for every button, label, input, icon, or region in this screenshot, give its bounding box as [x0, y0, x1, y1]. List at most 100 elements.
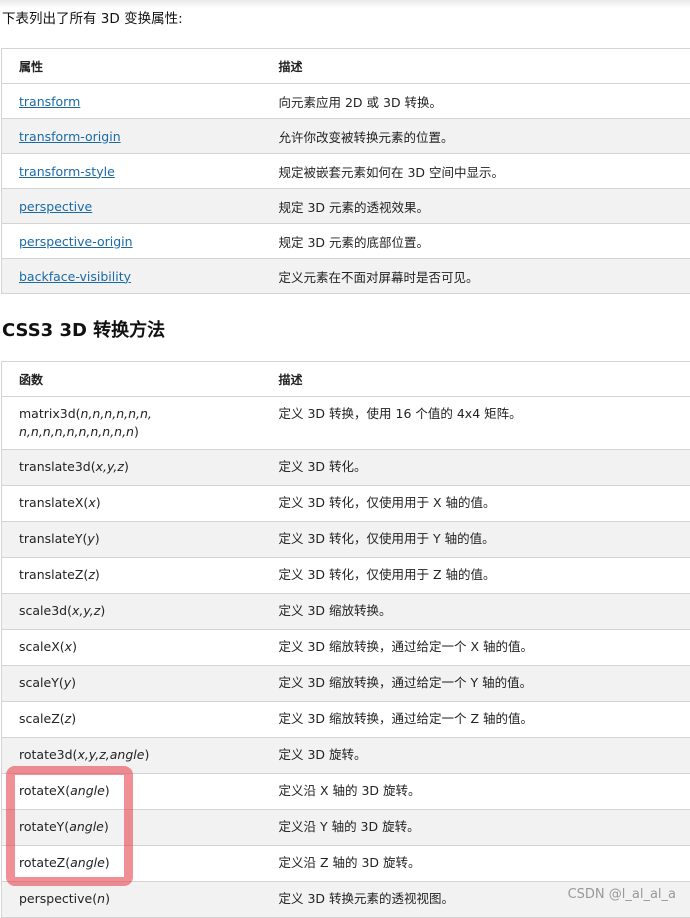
description-cell: 定义 3D 转换，使用 16 个值的 4x4 矩阵。	[262, 397, 690, 450]
function-args-continued: n,n,n,n,n,n,n,n,n,n	[19, 424, 134, 439]
function-close: )	[104, 819, 109, 834]
function-args: x,y,z,angle	[77, 747, 144, 762]
table-row: rotateX(angle)定义沿 X 轴的 3D 旋转。	[2, 774, 690, 810]
description-cell: 定义沿 Y 轴的 3D 旋转。	[262, 810, 690, 846]
table-row: matrix3d(n,n,n,n,n,n, n,n,n,n,n,n,n,n,n,n…	[2, 397, 690, 450]
function-cell: scale3d(x,y,z)	[2, 594, 262, 630]
function-name: scaleY(	[19, 675, 64, 690]
property-link[interactable]: transform	[19, 94, 80, 109]
function-cell: translateZ(z)	[2, 558, 262, 594]
function-args: y	[87, 531, 94, 546]
function-cell: rotateY(angle)	[2, 810, 262, 846]
function-cell: scaleZ(z)	[2, 702, 262, 738]
table-row: rotateY(angle)定义沿 Y 轴的 3D 旋转。	[2, 810, 690, 846]
description-cell: 定义沿 Z 轴的 3D 旋转。	[262, 846, 690, 882]
function-close: )	[71, 711, 76, 726]
function-args: x	[88, 495, 95, 510]
function-args: angle	[70, 783, 105, 798]
description-cell: 规定被嵌套元素如何在 3D 空间中显示。	[262, 154, 690, 189]
function-cell: perspective(n)	[2, 882, 262, 918]
header-property: 属性	[2, 49, 262, 84]
description-cell: 定义沿 X 轴的 3D 旋转。	[262, 774, 690, 810]
property-link[interactable]: perspective-origin	[19, 234, 133, 249]
function-close: )	[96, 495, 101, 510]
function-name: translateY(	[19, 531, 87, 546]
table-row: scaleX(x) 定义 3D 缩放转换，通过给定一个 X 轴的值。	[2, 630, 690, 666]
table-row: transform 向元素应用 2D 或 3D 转换。	[2, 84, 690, 119]
property-link[interactable]: backface-visibility	[19, 269, 131, 284]
description-cell: 定义 3D 转化，仅使用用于 Z 轴的值。	[262, 558, 690, 594]
function-close: )	[72, 639, 77, 654]
table-row: transform-origin 允许你改变被转换元素的位置。	[2, 119, 690, 154]
function-args: x,y,z	[72, 603, 100, 618]
header-description: 描述	[262, 49, 690, 84]
properties-table: 属性 描述 transform向元素应用 2D 或 3D 转换。transfor…	[1, 48, 690, 294]
intro-text: 下表列出了所有 3D 变换属性:	[2, 7, 183, 27]
function-close: )	[71, 675, 76, 690]
table-row: scale3d(x,y,z)定义 3D 缩放转换。	[2, 594, 690, 630]
property-cell: transform-origin	[2, 119, 262, 154]
function-args: x	[65, 639, 72, 654]
function-name: scale3d(	[19, 603, 72, 618]
function-cell: matrix3d(n,n,n,n,n,n, n,n,n,n,n,n,n,n,n,n…	[2, 397, 262, 450]
table-row: scaleZ(z)定义 3D 缩放转换，通过给定一个 Z 轴的值。	[2, 702, 690, 738]
table-row: translateX(x) 定义 3D 转化，仅使用用于 X 轴的值。	[2, 486, 690, 522]
table-row: perspective-origin 规定 3D 元素的底部位置。	[2, 224, 690, 259]
description-cell: 定义 3D 旋转。	[262, 738, 690, 774]
function-name: rotateY(	[19, 819, 69, 834]
table-row: rotateZ(angle)定义沿 Z 轴的 3D 旋转。	[2, 846, 690, 882]
property-cell: transform-style	[2, 154, 262, 189]
description-cell: 定义元素在不面对屏幕时是否可见。	[262, 259, 690, 294]
function-close: )	[105, 783, 110, 798]
function-cell: rotateZ(angle)	[2, 846, 262, 882]
function-cell: rotateX(angle)	[2, 774, 262, 810]
table-row: backface-visibility 定义元素在不面对屏幕时是否可见。	[2, 259, 690, 294]
description-cell: 定义 3D 缩放转换，通过给定一个 X 轴的值。	[262, 630, 690, 666]
function-name: rotateZ(	[19, 855, 70, 870]
table-row: translateY(y)定义 3D 转化，仅使用用于 Y 轴的值。	[2, 522, 690, 558]
table-row: perspective 规定 3D 元素的透视效果。	[2, 189, 690, 224]
table-row: transform-style 规定被嵌套元素如何在 3D 空间中显示。	[2, 154, 690, 189]
function-args: n,n,n,n,n,n,	[81, 406, 152, 421]
function-name: scaleZ(	[19, 711, 65, 726]
property-cell: perspective-origin	[2, 224, 262, 259]
description-cell: 向元素应用 2D 或 3D 转换。	[262, 84, 690, 119]
function-close: )	[144, 747, 149, 762]
description-cell: 定义 3D 转化，仅使用用于 X 轴的值。	[262, 486, 690, 522]
function-close: )	[100, 603, 105, 618]
property-link[interactable]: perspective	[19, 199, 92, 214]
function-cell: rotate3d(x,y,z,angle)	[2, 738, 262, 774]
property-cell: transform	[2, 84, 262, 119]
function-cell: scaleY(y)	[2, 666, 262, 702]
function-args: n	[97, 891, 105, 906]
function-args: x,y,z	[96, 459, 124, 474]
header-description: 描述	[262, 362, 690, 397]
function-cell: translate3d(x,y,z)	[2, 450, 262, 486]
description-cell: 定义 3D 缩放转换。	[262, 594, 690, 630]
function-name: scaleX(	[19, 639, 65, 654]
description-cell: 规定 3D 元素的底部位置。	[262, 224, 690, 259]
table-row: rotate3d(x,y,z,angle)定义 3D 旋转。	[2, 738, 690, 774]
function-name: translateX(	[19, 495, 88, 510]
header-function: 函数	[2, 362, 262, 397]
function-name: matrix3d(	[19, 406, 81, 421]
table-row: scaleY(y)定义 3D 缩放转换，通过给定一个 Y 轴的值。	[2, 666, 690, 702]
function-name: translateZ(	[19, 567, 88, 582]
function-name: translate3d(	[19, 459, 96, 474]
description-cell: 定义 3D 转化，仅使用用于 Y 轴的值。	[262, 522, 690, 558]
property-link[interactable]: transform-origin	[19, 129, 121, 144]
watermark: CSDN @l_al_al_a	[568, 887, 676, 902]
description-cell: 定义 3D 缩放转换，通过给定一个 Y 轴的值。	[262, 666, 690, 702]
function-name: rotate3d(	[19, 747, 77, 762]
property-cell: perspective	[2, 189, 262, 224]
description-cell: 规定 3D 元素的透视效果。	[262, 189, 690, 224]
property-cell: backface-visibility	[2, 259, 262, 294]
function-args: angle	[70, 855, 105, 870]
function-close: )	[134, 424, 139, 439]
table-row: translateZ(z)定义 3D 转化，仅使用用于 Z 轴的值。	[2, 558, 690, 594]
function-args: angle	[69, 819, 104, 834]
description-cell: 允许你改变被转换元素的位置。	[262, 119, 690, 154]
property-link[interactable]: transform-style	[19, 164, 115, 179]
table-row: translate3d(x,y,z)定义 3D 转化。	[2, 450, 690, 486]
table-header-row: 属性 描述	[2, 49, 690, 84]
